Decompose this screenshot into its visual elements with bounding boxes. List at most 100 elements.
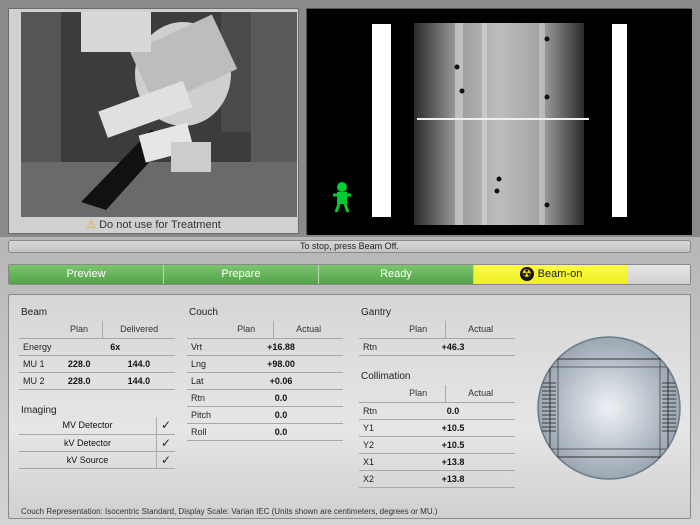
coll-rtn-value: 0.0 (391, 402, 515, 420)
couch-representation-footnote: Couch Representation: Isocentric Standar… (21, 507, 438, 516)
couch-col-plan: Plan (219, 321, 274, 339)
couch-rtn-label: Rtn (187, 389, 219, 407)
couch-title: Couch (189, 307, 218, 318)
step-preview-label: Preview (66, 268, 106, 280)
couch-pitch-label: Pitch (187, 406, 219, 424)
gantry-title: Gantry (361, 307, 392, 318)
kv-source-check-icon: ✓ (155, 451, 175, 469)
couch-vrt-label: Vrt (187, 338, 219, 356)
workflow-tail (628, 265, 690, 284)
coll-x1-value: +13.8 (391, 453, 515, 471)
left-jaw-bar (372, 24, 391, 217)
couch-lng-label: Lng (187, 355, 219, 373)
collimation-col-actual: Actual (445, 385, 515, 403)
mu1-delivered: 144.0 (102, 355, 175, 373)
collimation-row: X2 +13.8 (359, 470, 515, 488)
mu2-plan: 228.0 (55, 372, 103, 390)
beam-col-delivered: Delivered (102, 321, 175, 339)
gantry-col-actual: Actual (445, 321, 515, 339)
couch-row: Lat +0.06 (187, 372, 343, 390)
room-camera-panel: ⚠ Do not use for Treatment (8, 8, 299, 234)
beam-energy-row: Energy 6x (19, 338, 175, 356)
collimation-header-row: Plan Actual (359, 385, 515, 403)
mu1-label: MU 1 (19, 355, 56, 373)
mu2-delivered: 144.0 (102, 372, 175, 390)
couch-vrt-value: +16.88 (219, 338, 343, 356)
gantry-rtn-row: Rtn +46.3 (359, 338, 515, 356)
gantry-col-plan: Plan (391, 321, 446, 339)
kv-detector-label: kV Detector (19, 434, 157, 452)
couch-header-row: Plan Actual (187, 321, 343, 339)
treatment-info-panel: Beam Plan Delivered Energy 6x MU 1 228.0… (8, 294, 691, 519)
beam-mu2-row: MU 2 228.0 144.0 (19, 372, 175, 390)
status-bar: To stop, press Beam Off. (8, 240, 691, 253)
kv-source-label: kV Source (19, 451, 157, 469)
collimation-row: X1 +13.8 (359, 453, 515, 471)
imaging-row: kV Detector ✓ (19, 434, 175, 452)
gantry-header-row: Plan Actual (359, 321, 515, 339)
coll-y1-label: Y1 (359, 419, 391, 437)
mu1-plan: 228.0 (55, 355, 103, 373)
beam-header-blank (19, 321, 56, 339)
coll-x2-label: X2 (359, 470, 391, 488)
collimation-row: Y2 +10.5 (359, 436, 515, 454)
step-beam-on[interactable]: ☢ Beam-on (474, 265, 628, 284)
imaging-row: MV Detector ✓ (19, 417, 175, 435)
mu2-label: MU 2 (19, 372, 56, 390)
couch-col-actual: Actual (273, 321, 343, 339)
kv-detector-check-icon: ✓ (155, 434, 175, 452)
step-prepare-label: Prepare (221, 268, 261, 280)
couch-lng-value: +98.00 (219, 355, 343, 373)
beam-header-row: Plan Delivered (19, 321, 175, 339)
collimation-col-plan: Plan (391, 385, 446, 403)
couch-roll-value: 0.0 (219, 423, 343, 441)
energy-value: 6x (55, 338, 175, 356)
coll-y1-value: +10.5 (391, 419, 515, 437)
fluoroscopy-view (306, 8, 692, 235)
imaging-title: Imaging (21, 405, 57, 416)
collimation-row: Y1 +10.5 (359, 419, 515, 437)
collimation-table: Plan Actual Rtn 0.0 Y1 +10.5 Y2 +10.5 X1 +13… (359, 385, 515, 488)
couch-row: Rtn 0.0 (187, 389, 343, 407)
radiation-icon: ☢ (519, 267, 534, 282)
beam-title: Beam (21, 307, 48, 318)
step-beam-on-label: Beam-on (537, 268, 583, 280)
step-ready-label: Ready (380, 268, 412, 280)
beam-col-plan: Plan (55, 321, 103, 339)
gantry-rtn-value: +46.3 (391, 338, 515, 356)
collimation-header-blank (359, 385, 391, 403)
gantry-table: Plan Actual Rtn +46.3 (359, 321, 515, 356)
couch-table: Plan Actual Vrt +16.88 Lng +98.00 Lat +0.06… (187, 321, 343, 441)
couch-roll-label: Roll (187, 423, 219, 441)
workflow-steps: Preview Prepare Ready ☢ Beam-on (8, 264, 691, 285)
warning-icon: ⚠ (86, 219, 97, 231)
gantry-header-blank (359, 321, 391, 339)
couch-row: Pitch 0.0 (187, 406, 343, 424)
coll-y2-label: Y2 (359, 436, 391, 454)
coll-y2-value: +10.5 (391, 436, 515, 454)
collimation-row: Rtn 0.0 (359, 402, 515, 420)
couch-row: Lng +98.00 (187, 355, 343, 373)
beam-mu1-row: MU 1 228.0 144.0 (19, 355, 175, 373)
room-camera-image (21, 12, 297, 217)
couch-lat-value: +0.06 (219, 372, 343, 390)
imaging-row: kV Source ✓ (19, 451, 175, 469)
camera-caption-text: Do not use for Treatment (99, 219, 221, 231)
step-ready[interactable]: Ready (319, 265, 474, 284)
imaging-table: MV Detector ✓ kV Detector ✓ kV Source ✓ (19, 417, 175, 469)
collimation-title: Collimation (361, 371, 411, 382)
coll-x1-label: X1 (359, 453, 391, 471)
beam-table: Plan Delivered Energy 6x MU 1 228.0 144.… (19, 321, 175, 390)
couch-header-blank (187, 321, 219, 339)
camera-caption: ⚠ Do not use for Treatment (9, 218, 298, 231)
mv-detector-label: MV Detector (19, 417, 157, 435)
coll-x2-value: +13.8 (391, 470, 515, 488)
couch-rtn-value: 0.0 (219, 389, 343, 407)
couch-row: Roll 0.0 (187, 423, 343, 441)
couch-row: Vrt +16.88 (187, 338, 343, 356)
coll-rtn-label: Rtn (359, 402, 391, 420)
couch-lat-label: Lat (187, 372, 219, 390)
beams-eye-view (536, 335, 682, 481)
step-prepare[interactable]: Prepare (164, 265, 319, 284)
step-preview[interactable]: Preview (9, 265, 164, 284)
